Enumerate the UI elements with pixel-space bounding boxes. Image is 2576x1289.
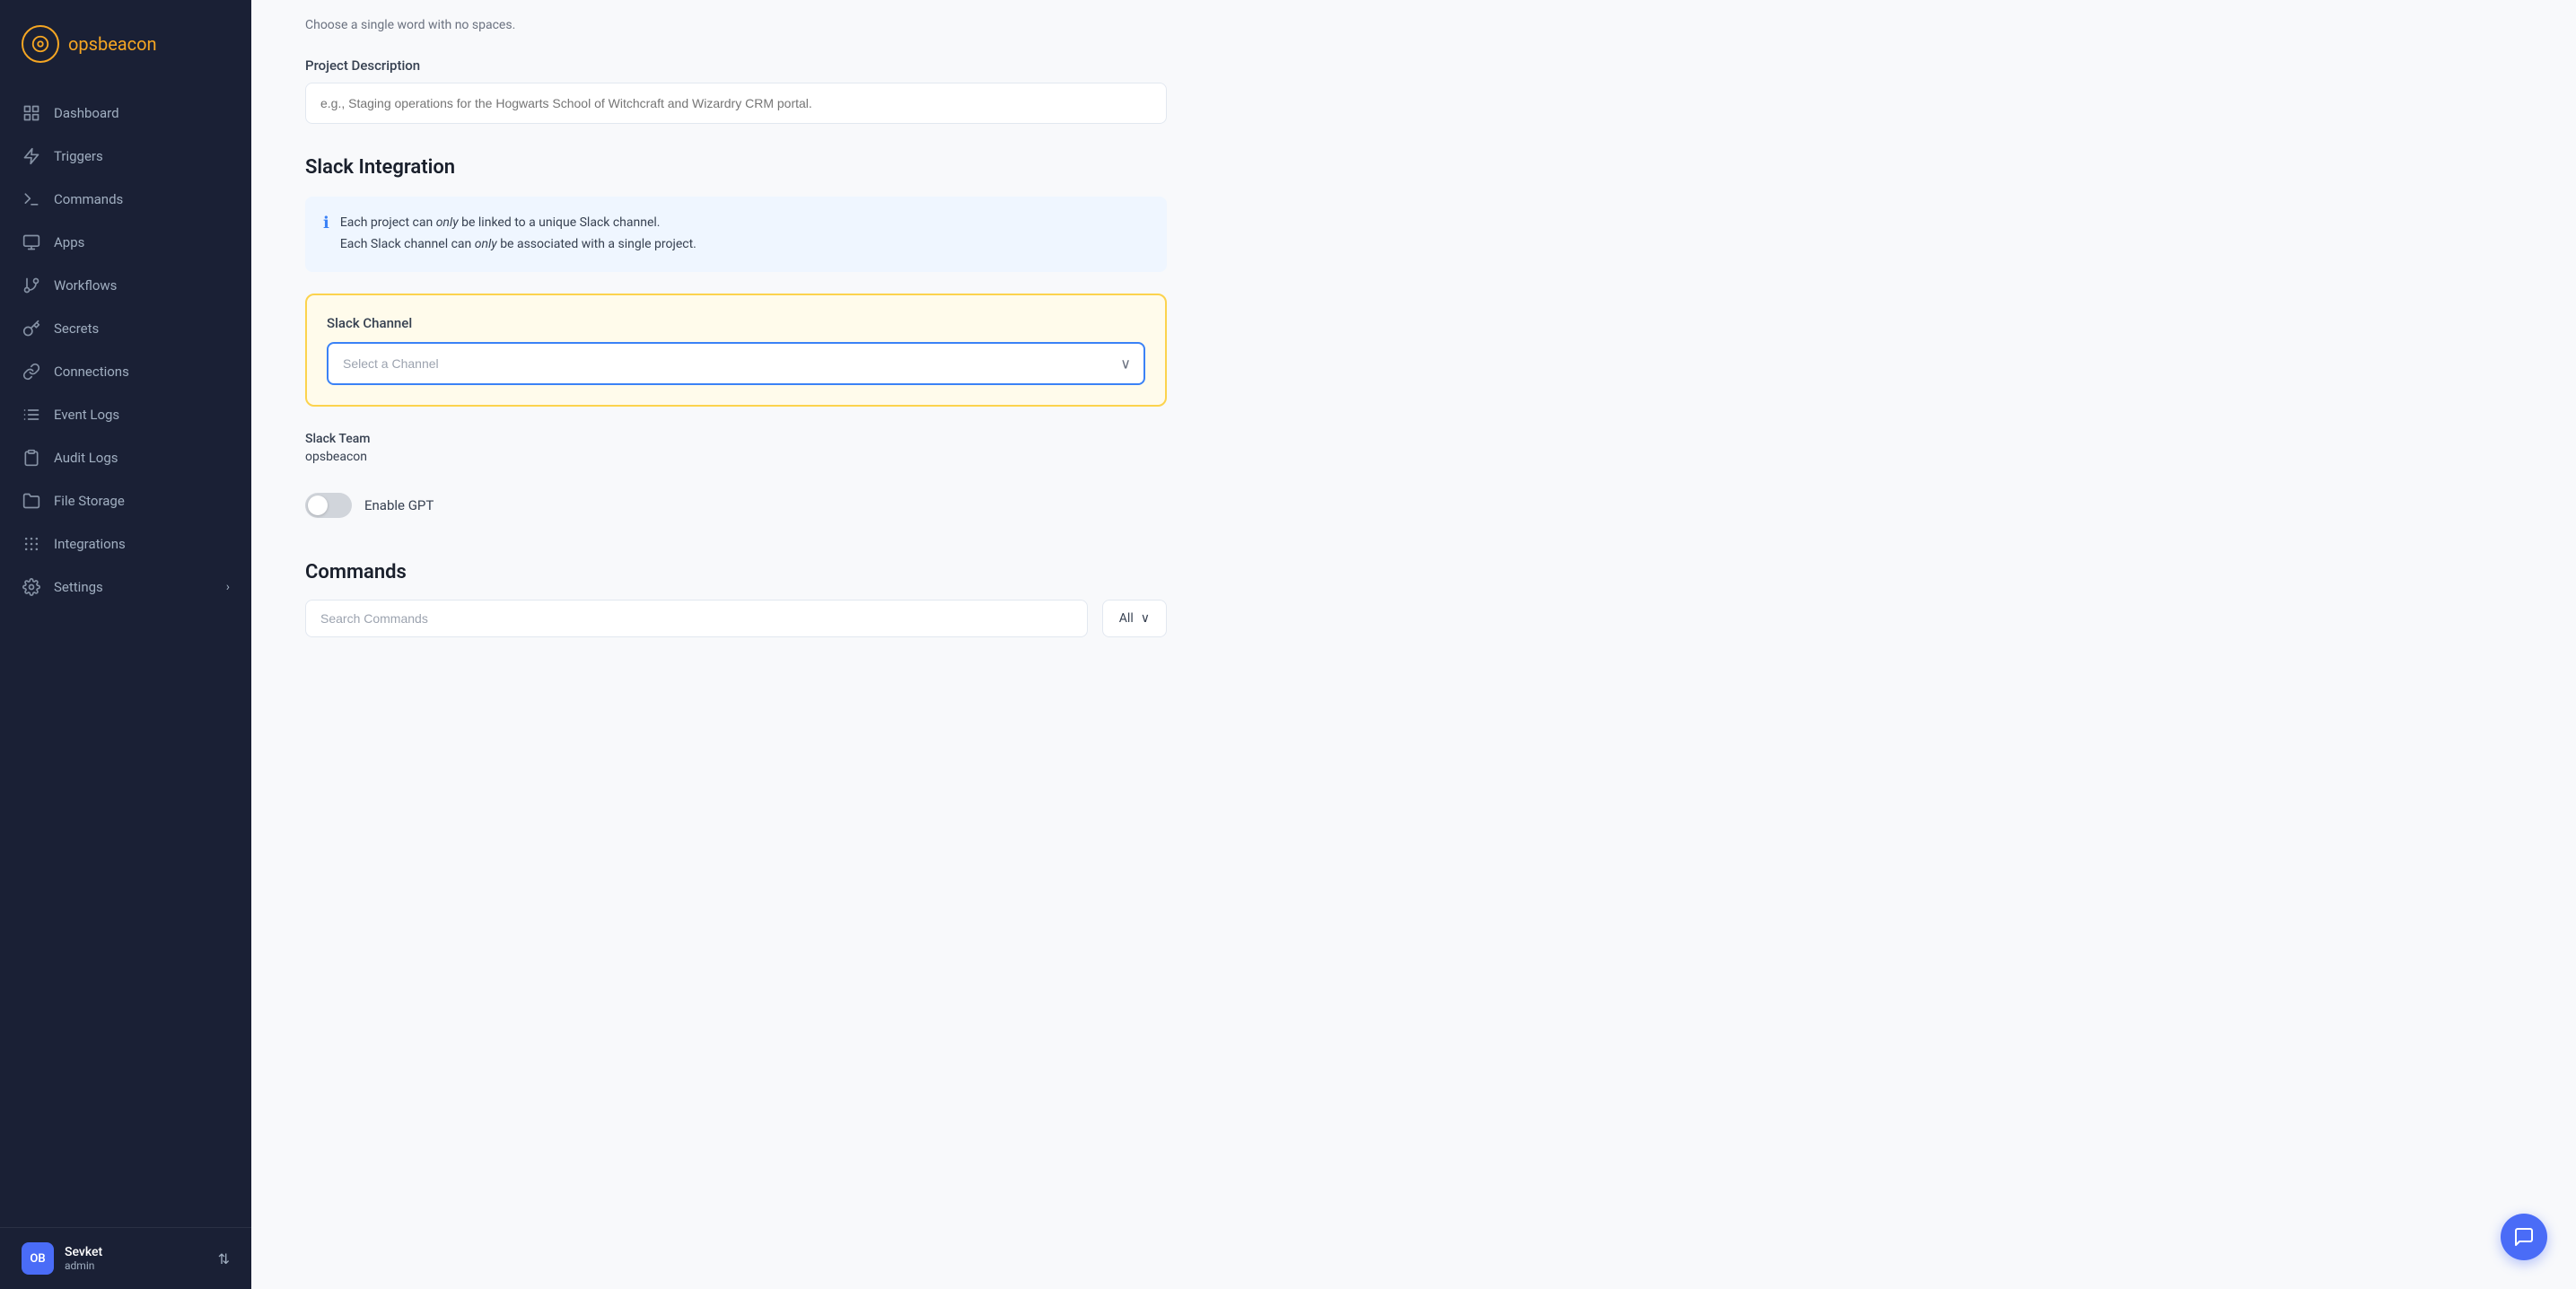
- commands-section-title: Commands: [305, 561, 1167, 583]
- logo-icon: [22, 25, 59, 63]
- expand-user-icon[interactable]: ⇅: [218, 1250, 230, 1267]
- filter-select[interactable]: All ∨: [1102, 600, 1167, 637]
- search-commands-input[interactable]: [305, 600, 1088, 637]
- filter-chevron-icon: ∨: [1141, 611, 1150, 626]
- zap-icon: [22, 146, 41, 166]
- sidebar-item-dashboard-label: Dashboard: [54, 105, 119, 121]
- sidebar-item-connections-label: Connections: [54, 364, 129, 380]
- user-info[interactable]: OB Sevket admin: [22, 1242, 102, 1275]
- sidebar-item-integrations-label: Integrations: [54, 536, 126, 552]
- hint-text: Choose a single word with no spaces.: [305, 0, 1167, 57]
- enable-gpt-label: Enable GPT: [364, 497, 434, 513]
- sidebar-item-settings[interactable]: Settings ›: [0, 566, 251, 609]
- user-role: admin: [65, 1259, 102, 1272]
- filter-label: All: [1119, 611, 1134, 626]
- search-input-wrapper: [305, 600, 1088, 637]
- link-icon: [22, 362, 41, 381]
- sidebar-item-audit-logs-label: Audit Logs: [54, 450, 118, 466]
- info-icon: ℹ: [323, 214, 329, 232]
- main-content: Choose a single word with no spaces. Pro…: [251, 0, 2576, 1289]
- chat-button[interactable]: [2501, 1214, 2547, 1260]
- enable-gpt-row: Enable GPT: [305, 493, 1167, 518]
- commands-toolbar: All ∨: [305, 600, 1167, 637]
- sidebar-item-workflows[interactable]: Workflows: [0, 264, 251, 307]
- sidebar-item-event-logs-label: Event Logs: [54, 407, 119, 423]
- logo-text: opsbeacon: [68, 33, 157, 55]
- sidebar-item-integrations[interactable]: Integrations: [0, 522, 251, 566]
- list-icon: [22, 405, 41, 425]
- settings-arrow-icon: ›: [226, 580, 230, 594]
- toggle-knob: [308, 495, 328, 515]
- terminal-icon: [22, 189, 41, 209]
- slack-team-label: Slack Team: [305, 432, 1167, 446]
- sidebar-item-file-storage-label: File Storage: [54, 493, 125, 509]
- grid-icon: [22, 103, 41, 123]
- sidebar-item-dashboard[interactable]: Dashboard: [0, 92, 251, 135]
- sidebar-item-file-storage[interactable]: File Storage: [0, 479, 251, 522]
- monitor-icon: [22, 232, 41, 252]
- commands-section: Commands All ∨: [305, 561, 1167, 637]
- grid-dots-icon: [22, 534, 41, 554]
- slack-channel-box: Slack Channel Select a Channel ∨: [305, 294, 1167, 407]
- project-description-label: Project Description: [305, 57, 1167, 74]
- user-name: Sevket: [65, 1245, 102, 1259]
- slack-channel-label: Slack Channel: [327, 315, 1145, 331]
- slack-team-value: opsbeacon: [305, 450, 1167, 464]
- sidebar-item-secrets-label: Secrets: [54, 320, 99, 337]
- sidebar-item-connections[interactable]: Connections: [0, 350, 251, 393]
- sidebar-item-event-logs[interactable]: Event Logs: [0, 393, 251, 436]
- sidebar-item-workflows-label: Workflows: [54, 277, 117, 294]
- sidebar-item-triggers-label: Triggers: [54, 148, 103, 164]
- avatar: OB: [22, 1242, 54, 1275]
- sidebar: opsbeacon Dashboard Triggers Commands: [0, 0, 251, 1289]
- settings-icon: [22, 577, 41, 597]
- sidebar-item-secrets[interactable]: Secrets: [0, 307, 251, 350]
- slack-integration-title: Slack Integration: [305, 156, 1167, 179]
- sidebar-item-triggers[interactable]: Triggers: [0, 135, 251, 178]
- slack-info-box: ℹ Each project can only be linked to a u…: [305, 197, 1167, 272]
- sidebar-item-commands-label: Commands: [54, 191, 123, 207]
- enable-gpt-toggle[interactable]: [305, 493, 352, 518]
- slack-channel-select[interactable]: Select a Channel: [327, 342, 1145, 385]
- slack-info-text: Each project can only be linked to a uni…: [340, 213, 697, 256]
- sidebar-footer: OB Sevket admin ⇅: [0, 1227, 251, 1289]
- sidebar-item-commands[interactable]: Commands: [0, 178, 251, 221]
- sidebar-nav: Dashboard Triggers Commands Apps: [0, 84, 251, 1227]
- sidebar-item-apps[interactable]: Apps: [0, 221, 251, 264]
- sidebar-logo: opsbeacon: [0, 0, 251, 84]
- sidebar-item-audit-logs[interactable]: Audit Logs: [0, 436, 251, 479]
- project-description-input[interactable]: [305, 83, 1167, 124]
- key-icon: [22, 319, 41, 338]
- git-branch-icon: [22, 276, 41, 295]
- clipboard-icon: [22, 448, 41, 468]
- folder-icon: [22, 491, 41, 511]
- slack-team-section: Slack Team opsbeacon: [305, 432, 1167, 464]
- slack-channel-select-wrapper: Select a Channel ∨: [327, 342, 1145, 385]
- sidebar-item-apps-label: Apps: [54, 234, 84, 250]
- user-details: Sevket admin: [65, 1245, 102, 1272]
- sidebar-item-settings-label: Settings: [54, 579, 103, 595]
